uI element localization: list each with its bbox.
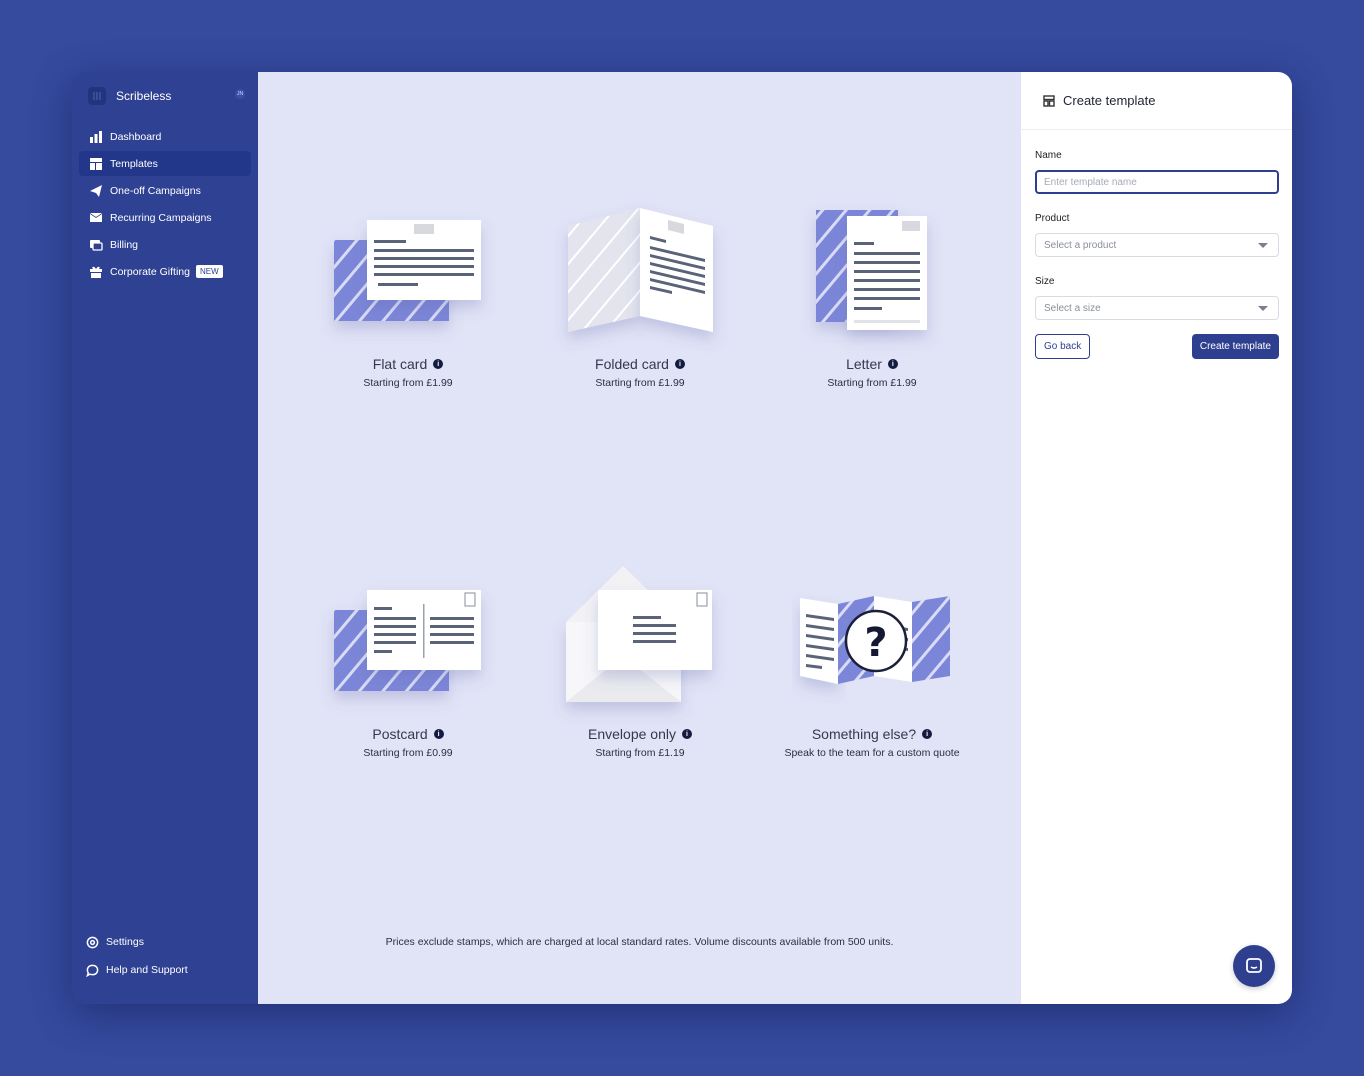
pricing-footnote: Prices exclude stamps, which are charged… xyxy=(385,936,894,948)
billing-icon xyxy=(88,237,103,252)
sidebar-item-templates[interactable]: Templates xyxy=(79,151,251,176)
help-support-label: Help and Support xyxy=(106,964,188,976)
product-title: Something else? i xyxy=(811,726,933,742)
size-select-value: Select a size xyxy=(1044,302,1101,314)
product-label: Product xyxy=(1035,213,1070,224)
settings-link[interactable]: Settings xyxy=(86,928,188,956)
product-price: Starting from £1.99 xyxy=(363,377,453,389)
template-icon xyxy=(1043,94,1055,107)
sidebar-item-dashboard[interactable]: Dashboard xyxy=(79,124,251,149)
something-else-illustration: ? xyxy=(762,566,982,726)
letter-illustration xyxy=(762,196,982,356)
envelope-icon xyxy=(88,210,103,225)
product-card-something-else[interactable]: ? Something else? i Speak to the team fo… xyxy=(762,566,982,759)
create-template-button[interactable]: Create template xyxy=(1191,334,1279,359)
sidebar-item-label: Dashboard xyxy=(110,130,162,143)
product-title-text: Flat card xyxy=(372,356,428,372)
sidebar-item-label: One-off Campaigns xyxy=(110,184,201,197)
go-back-button[interactable]: Go back xyxy=(1035,334,1091,359)
sidebar-item-corporate-gifting[interactable]: Corporate Gifting NEW xyxy=(79,259,251,284)
product-title: Postcard i xyxy=(372,726,444,742)
product-card-envelope-only[interactable]: Envelope only i Starting from £1.19 xyxy=(530,566,750,759)
new-badge: NEW xyxy=(195,265,223,278)
help-support-link[interactable]: Help and Support xyxy=(86,956,188,984)
chevron-down-icon xyxy=(1258,243,1268,248)
create-template-panel: Create template Name Product Select a pr… xyxy=(1021,72,1292,1004)
info-icon[interactable]: i xyxy=(433,729,444,739)
product-title-text: Letter xyxy=(846,356,882,372)
product-title: Envelope only i xyxy=(588,726,692,742)
sidebar-item-billing[interactable]: Billing xyxy=(79,232,251,257)
chat-icon xyxy=(1246,958,1262,973)
product-card-flat-card[interactable]: Flat card i Starting from £1.99 xyxy=(298,196,518,389)
product-price: Starting from £1.99 xyxy=(827,377,917,389)
brand[interactable]: Scribeless xyxy=(88,86,258,106)
sidebar-item-label: Billing xyxy=(110,238,139,251)
name-field-group: Name xyxy=(1035,150,1279,194)
form-actions: Go back Create template xyxy=(1035,334,1279,359)
gift-icon xyxy=(88,264,103,279)
product-title: Flat card i xyxy=(372,356,444,372)
size-field-group: Size Select a size xyxy=(1035,276,1279,320)
sidebar-item-recurring-campaigns[interactable]: Recurring Campaigns xyxy=(79,205,251,230)
sidebar-item-label: Recurring Campaigns xyxy=(110,211,212,224)
flat-card-illustration xyxy=(298,196,518,356)
chevron-down-icon xyxy=(1258,306,1268,311)
folded-card-illustration xyxy=(530,196,750,356)
product-field-group: Product Select a product xyxy=(1035,213,1279,257)
product-price: Starting from £1.19 xyxy=(595,747,685,759)
sidebar-nav: Dashboard Templates One-off Campaigns Re… xyxy=(72,124,258,284)
panel-header: Create template xyxy=(1021,72,1292,130)
postcard-illustration xyxy=(298,566,518,726)
paper-plane-icon xyxy=(88,183,103,198)
info-icon[interactable]: i xyxy=(433,359,444,369)
sidebar-bottom: Settings Help and Support xyxy=(86,928,188,984)
chat-launcher-button[interactable] xyxy=(1233,945,1275,987)
logo-icon xyxy=(88,87,106,105)
product-price: Starting from £0.99 xyxy=(363,747,453,759)
product-title-text: Something else? xyxy=(811,726,917,742)
gear-icon xyxy=(86,936,99,948)
chat-bubble-icon xyxy=(86,964,99,977)
product-title-text: Folded card xyxy=(595,356,669,372)
product-price: Speak to the team for a custom quote xyxy=(784,747,960,759)
info-icon[interactable]: i xyxy=(674,359,685,369)
product-select[interactable]: Select a product xyxy=(1035,233,1279,257)
product-card-folded-card[interactable]: Folded card i Starting from £1.99 xyxy=(530,196,750,389)
size-label: Size xyxy=(1035,276,1055,287)
sidebar-item-one-off-campaigns[interactable]: One-off Campaigns xyxy=(79,178,251,203)
brand-name: Scribeless xyxy=(116,89,172,103)
avatar[interactable]: JN xyxy=(235,89,245,99)
product-select-value: Select a product xyxy=(1044,239,1117,251)
template-name-input[interactable] xyxy=(1035,170,1279,194)
bar-chart-icon xyxy=(88,129,103,144)
info-icon[interactable]: i xyxy=(922,729,933,739)
info-icon[interactable]: i xyxy=(887,359,898,369)
product-title-text: Postcard xyxy=(372,726,428,742)
product-card-postcard[interactable]: Postcard i Starting from £0.99 xyxy=(298,566,518,759)
product-title-text: Envelope only xyxy=(588,726,676,742)
product-card-letter[interactable]: Letter i Starting from £1.99 xyxy=(762,196,982,389)
create-template-form: Name Product Select a product Size Selec… xyxy=(1021,130,1292,359)
app-window: Scribeless JN Dashboard Templates One-of… xyxy=(72,72,1292,1004)
envelope-illustration xyxy=(530,566,750,726)
name-label: Name xyxy=(1035,150,1062,161)
size-select[interactable]: Select a size xyxy=(1035,296,1279,320)
svg-text:?: ? xyxy=(864,620,887,666)
product-price: Starting from £1.99 xyxy=(595,377,685,389)
sidebar: Scribeless JN Dashboard Templates One-of… xyxy=(72,72,258,1004)
sidebar-item-label: Corporate Gifting xyxy=(110,265,190,278)
templates-icon xyxy=(88,156,103,171)
product-title: Letter i xyxy=(846,356,898,372)
panel-title: Create template xyxy=(1063,93,1156,108)
sidebar-item-label: Templates xyxy=(110,157,158,170)
settings-label: Settings xyxy=(106,936,144,948)
product-grid: Flat card i Starting from £1.99 Folded c… xyxy=(258,72,1021,1004)
info-icon[interactable]: i xyxy=(681,729,692,739)
product-title: Folded card i xyxy=(595,356,685,372)
